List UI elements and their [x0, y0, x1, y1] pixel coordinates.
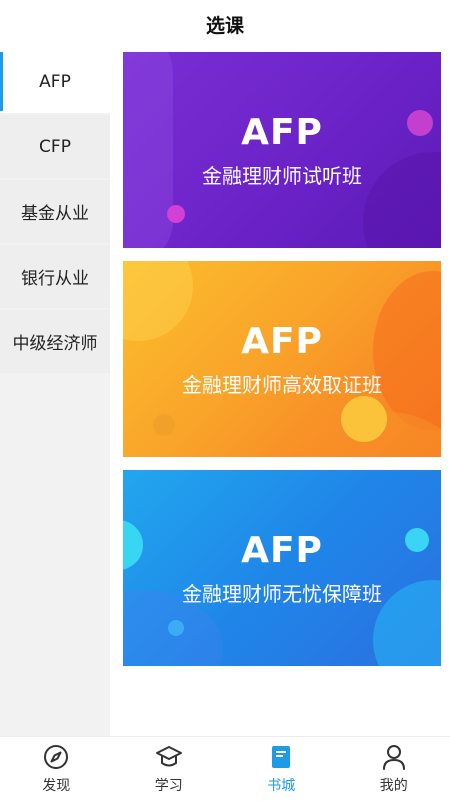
course-title: AFP — [123, 112, 441, 153]
sidebar-item-cfp[interactable]: CFP — [0, 115, 110, 178]
course-banner-guarantee[interactable]: AFP 金融理财师无忧保障班 — [123, 470, 441, 666]
user-icon — [380, 743, 408, 771]
course-list: AFP 金融理财师试听班 AFP 金融理财师高效取证班 AFP 金融理财师无忧保… — [110, 50, 450, 736]
course-subtitle: 金融理财师试听班 — [123, 160, 441, 189]
top-bar: 选课 — [0, 0, 450, 48]
course-banner-trial[interactable]: AFP 金融理财师试听班 — [123, 52, 441, 248]
bottom-tab-bar: 发现 学习 书城 我的 — [0, 736, 450, 801]
decor-dot — [341, 396, 387, 442]
page-title: 选课 — [206, 11, 244, 38]
tab-profile[interactable]: 我的 — [338, 737, 450, 801]
decor-dot — [167, 205, 185, 223]
sidebar-item-label: CFP — [39, 137, 71, 157]
tab-label: 学习 — [155, 775, 183, 795]
book-icon — [267, 743, 295, 771]
tab-label: 发现 — [42, 775, 70, 795]
sidebar-item-label: 银行从业 — [21, 264, 89, 289]
decor-dot — [153, 414, 175, 436]
graduation-cap-icon — [155, 743, 183, 771]
tab-bookstore[interactable]: 书城 — [225, 737, 338, 801]
sidebar-item-label: 基金从业 — [21, 199, 89, 224]
course-title: AFP — [123, 530, 441, 571]
sidebar-item-economist[interactable]: 中级经济师 — [0, 310, 110, 373]
sidebar-item-afp[interactable]: AFP — [0, 50, 110, 113]
sidebar-item-bank[interactable]: 银行从业 — [0, 245, 110, 308]
course-banner-certificate[interactable]: AFP 金融理财师高效取证班 — [123, 261, 441, 457]
tab-discover[interactable]: 发现 — [0, 737, 113, 801]
tab-study[interactable]: 学习 — [113, 737, 226, 801]
compass-icon — [42, 743, 70, 771]
category-sidebar: AFP CFP 基金从业 银行从业 中级经济师 — [0, 50, 110, 736]
sidebar-item-label: 中级经济师 — [13, 329, 98, 354]
sidebar-item-fund[interactable]: 基金从业 — [0, 180, 110, 243]
sidebar-item-label: AFP — [39, 72, 71, 92]
tab-label: 书城 — [267, 775, 295, 795]
course-subtitle: 金融理财师无忧保障班 — [123, 578, 441, 607]
tab-label: 我的 — [380, 775, 408, 795]
course-title: AFP — [123, 321, 441, 362]
course-subtitle: 金融理财师高效取证班 — [123, 369, 441, 398]
